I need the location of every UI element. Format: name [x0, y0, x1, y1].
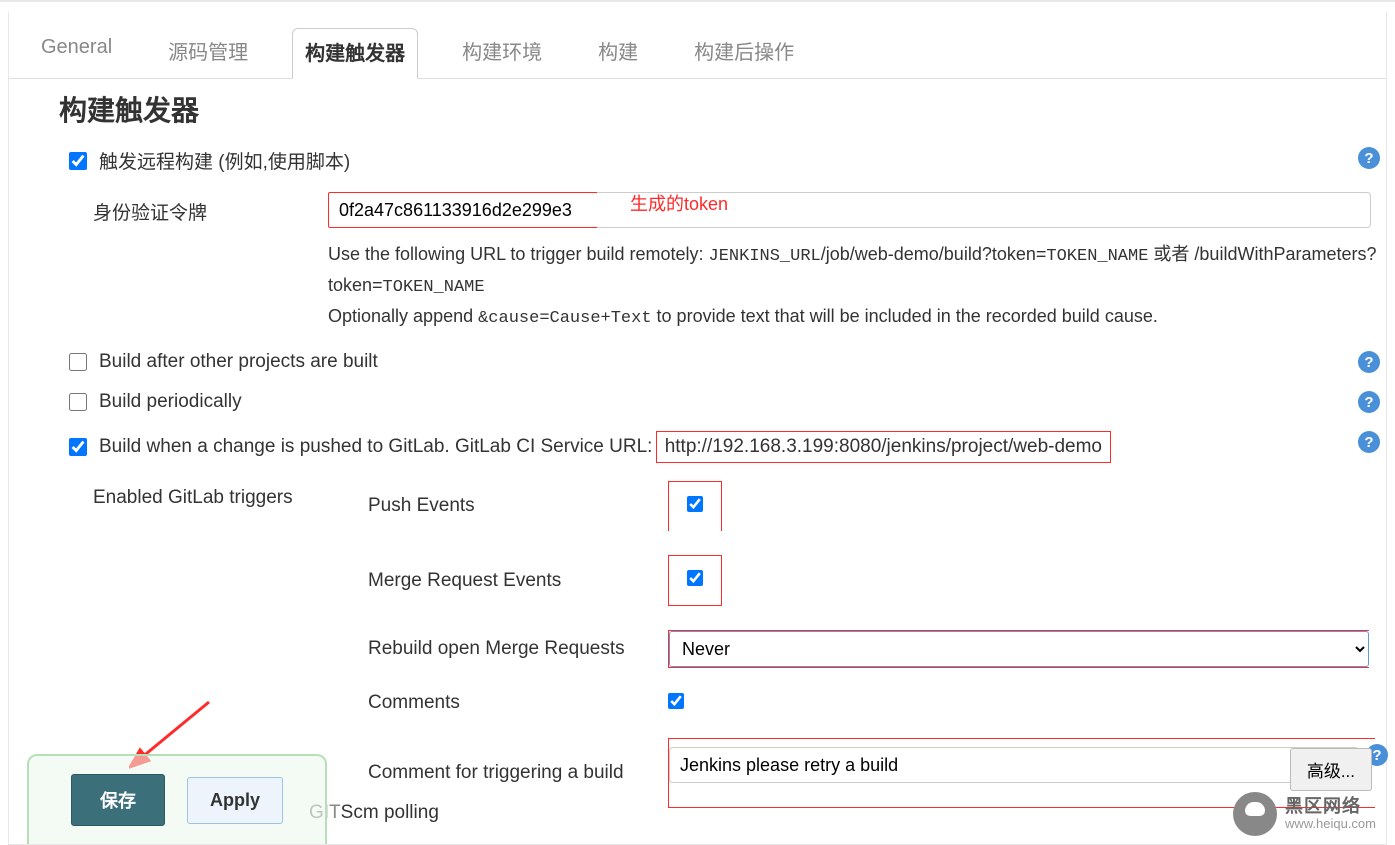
scm-polling-label-fragment: GITScm polling [309, 802, 439, 824]
merge-request-events-checkbox[interactable] [687, 570, 703, 586]
push-events-label: Push Events [368, 495, 668, 517]
auth-token-label: 身份验证令牌 [93, 192, 328, 225]
watermark-url: www.heiqu.com [1285, 817, 1376, 831]
watermark: 黑区网络 www.heiqu.com [1233, 792, 1376, 836]
merge-request-events-label: Merge Request Events [368, 570, 668, 592]
watermark-title: 黑区网络 [1285, 797, 1376, 817]
rebuild-open-mr-label: Rebuild open Merge Requests [368, 638, 668, 660]
build-after-label: Build after other projects are built [99, 351, 378, 373]
remote-trigger-checkbox[interactable] [69, 152, 87, 170]
comments-label: Comments [368, 692, 668, 714]
tab-post-build[interactable]: 构建后操作 [682, 28, 806, 78]
save-button[interactable]: 保存 [71, 774, 165, 826]
section-title-triggers: 构建触发器 [59, 89, 1386, 129]
apply-button[interactable]: Apply [187, 777, 283, 824]
remote-trigger-help: Use the following URL to trigger build r… [328, 240, 1378, 333]
comments-checkbox[interactable] [668, 693, 684, 709]
help-icon[interactable]: ? [1358, 391, 1380, 413]
build-periodically-checkbox[interactable] [69, 393, 87, 411]
build-after-checkbox[interactable] [69, 353, 87, 371]
comment-trigger-label: Comment for triggering a build [368, 762, 668, 784]
footer-action-bar: 保存 Apply [27, 754, 327, 844]
help-icon[interactable]: ? [1358, 351, 1380, 373]
remote-trigger-label: 触发远程构建 (例如,使用脚本) [99, 147, 350, 174]
rebuild-open-mr-select[interactable]: Never [669, 631, 1369, 667]
tab-general[interactable]: General [29, 28, 124, 78]
help-icon[interactable]: ? [1358, 431, 1380, 453]
gitlab-push-checkbox[interactable] [69, 438, 87, 456]
tab-scm[interactable]: 源码管理 [156, 28, 260, 78]
tab-build-triggers[interactable]: 构建触发器 [292, 28, 418, 79]
config-tabs: General 源码管理 构建触发器 构建环境 构建 构建后操作 [9, 12, 1386, 79]
build-periodically-label: Build periodically [99, 391, 242, 413]
gitlab-ci-url: http://192.168.3.199:8080/jenkins/projec… [656, 431, 1111, 463]
enabled-gitlab-triggers-label: Enabled GitLab triggers [93, 481, 368, 509]
tab-build-env[interactable]: 构建环境 [450, 28, 554, 78]
gitlab-push-label: Build when a change is pushed to GitLab.… [99, 431, 1111, 463]
help-icon[interactable]: ? [1358, 147, 1380, 169]
push-events-checkbox[interactable] [687, 496, 703, 512]
comment-trigger-input[interactable] [669, 747, 1359, 783]
token-annotation: 生成的token [630, 190, 728, 216]
auth-token-input[interactable] [328, 192, 598, 228]
advanced-button[interactable]: 高级... [1290, 748, 1372, 791]
tab-build[interactable]: 构建 [586, 28, 650, 78]
watermark-logo-icon [1233, 792, 1277, 836]
